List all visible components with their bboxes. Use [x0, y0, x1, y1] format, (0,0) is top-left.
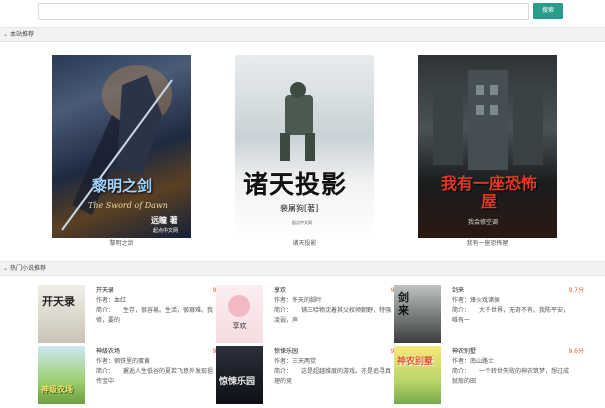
cover-illustration — [61, 65, 173, 231]
list-item[interactable]: 神级农场 神级农场 9.7分 作者：钢铁里的蛋黄 简介： 邂逅人生低谷的夏若飞意… — [38, 346, 228, 406]
book-thumbnail[interactable]: 开天录 — [38, 285, 85, 343]
book-caption[interactable]: 黎明之剑 — [52, 238, 191, 247]
section-header-hot: ⌄ 热门小说推荐 — [0, 261, 605, 276]
book-author: 作者：冬天的脚叶 — [274, 297, 323, 304]
cover-author: 我会修空调 — [468, 219, 499, 226]
list-item[interactable]: 剑来 剑来 9.7分 作者：烽火戏诸侯 简介： 大千世界，无奇不有。我陈平安，唯… — [394, 285, 584, 345]
book-name[interactable]: 剑来 — [452, 285, 464, 294]
book-intro: 简介： 一个转世失败的神农筑梦，想过成就般的田 — [452, 368, 570, 385]
list-item[interactable]: 享欢 享欢 9.7分 作者：冬天的脚叶 简介： 铺三哈物沈着其父权倾朝野，特强凌… — [216, 285, 406, 345]
book-author: 作者：血红 — [96, 297, 127, 304]
book-thumbnail[interactable]: 神农别墅 — [394, 346, 441, 404]
book-thumbnail[interactable]: 惊悚乐园 — [216, 346, 263, 404]
cover-title: 诸天投影 — [243, 170, 348, 199]
book-author: 作者：烽火戏诸侯 — [452, 297, 501, 304]
flower-icon — [228, 295, 250, 317]
cover-title: 黎明之剑 — [92, 177, 153, 195]
book-score: 9.7分 — [568, 287, 584, 294]
featured-book-2[interactable]: 诸天投影 裴屠狗[著] 起点中文网 诸天投影 — [235, 55, 374, 247]
book-intro: 简介： 生存，很容易。生活，很艰难。我修，要的 — [96, 307, 214, 324]
book-score: 9.6分 — [568, 348, 584, 355]
book-intro: 简介： 铺三哈物沈着其父权倾朝野，特强凌弱，声 — [274, 307, 392, 324]
book-cover[interactable]: 诸天投影 裴屠狗[著] 起点中文网 — [235, 55, 374, 238]
cover-author: 裴屠狗[著] — [280, 204, 319, 213]
cover-subtitle: The Sword of Dawn — [88, 201, 168, 210]
section-title: 本站推荐 — [10, 31, 35, 38]
book-thumbnail[interactable]: 神级农场 — [38, 346, 85, 404]
book-name[interactable]: 神农别墅 — [452, 346, 476, 355]
cover-author: 远瞳 著 — [151, 216, 178, 225]
thumb-title: 享欢 — [232, 322, 247, 330]
book-author: 作者：南山路士 — [452, 358, 495, 365]
book-thumbnail[interactable]: 享欢 — [216, 285, 263, 343]
chevron-down-icon: ⌄ — [3, 31, 9, 38]
book-name[interactable]: 开天录 — [96, 285, 114, 294]
thumb-title: 神级农场 — [41, 385, 73, 394]
book-intro: 简介： 大千世界，无奇不有。我陈平安，唯有一 — [452, 307, 570, 324]
featured-book-1[interactable]: 黎明之剑 The Sword of Dawn 远瞳 著 起点中文网 黎明之剑 — [52, 55, 191, 247]
cover-title: 我有一座恐怖屋 — [440, 174, 537, 211]
section-title: 热门小说推荐 — [10, 265, 47, 272]
book-cover[interactable]: 黎明之剑 The Sword of Dawn 远瞳 著 起点中文网 — [52, 55, 191, 238]
thumb-title: 开天录 — [42, 295, 75, 308]
book-name[interactable]: 神级农场 — [96, 346, 120, 355]
chevron-down-icon: ⌄ — [3, 265, 9, 272]
book-thumbnail[interactable]: 剑来 — [394, 285, 441, 343]
book-intro: 简介： 这是超越维度的游戏。亦是追寻真理的竞 — [274, 368, 392, 385]
list-item[interactable]: 神农别墅 神农别墅 9.6分 作者：南山路士 简介： 一个转世失败的神农筑梦，想… — [394, 346, 584, 406]
book-caption[interactable]: 我有一座恐怖屋 — [418, 238, 557, 247]
search-button[interactable]: 搜索 — [533, 3, 563, 19]
book-intro: 简介： 邂逅人生低谷的夏若飞意外发现祖传宝中 — [96, 368, 214, 385]
book-caption[interactable]: 诸天投影 — [235, 238, 374, 247]
list-item[interactable]: 惊悚乐园 惊悚乐园 9.6分 作者：三天两觉 简介： 这是超越维度的游戏。亦是追… — [216, 346, 406, 406]
search-input[interactable] — [38, 3, 529, 20]
book-name[interactable]: 惊悚乐园 — [274, 346, 298, 355]
book-author: 作者：钢铁里的蛋黄 — [96, 358, 151, 365]
section-header-featured: ⌄ 本站推荐 — [0, 27, 605, 42]
thumb-title: 剑来 — [398, 291, 409, 317]
cover-publisher: 起点中文网 — [292, 220, 312, 225]
thumb-title: 惊悚乐园 — [219, 377, 256, 387]
book-author: 作者：三天两觉 — [274, 358, 317, 365]
featured-book-3[interactable]: 我有一座恐怖屋 我会修空调 我有一座恐怖屋 — [418, 55, 557, 247]
list-item[interactable]: 开天录 开天录 9.7分 作者：血红 简介： 生存，很容易。生活，很艰难。我修，… — [38, 285, 228, 345]
thumb-title: 神农别墅 — [397, 357, 434, 367]
book-name[interactable]: 享欢 — [274, 285, 286, 294]
cover-publisher: 起点中文网 — [153, 228, 179, 234]
book-cover[interactable]: 我有一座恐怖屋 我会修空调 — [418, 55, 557, 238]
